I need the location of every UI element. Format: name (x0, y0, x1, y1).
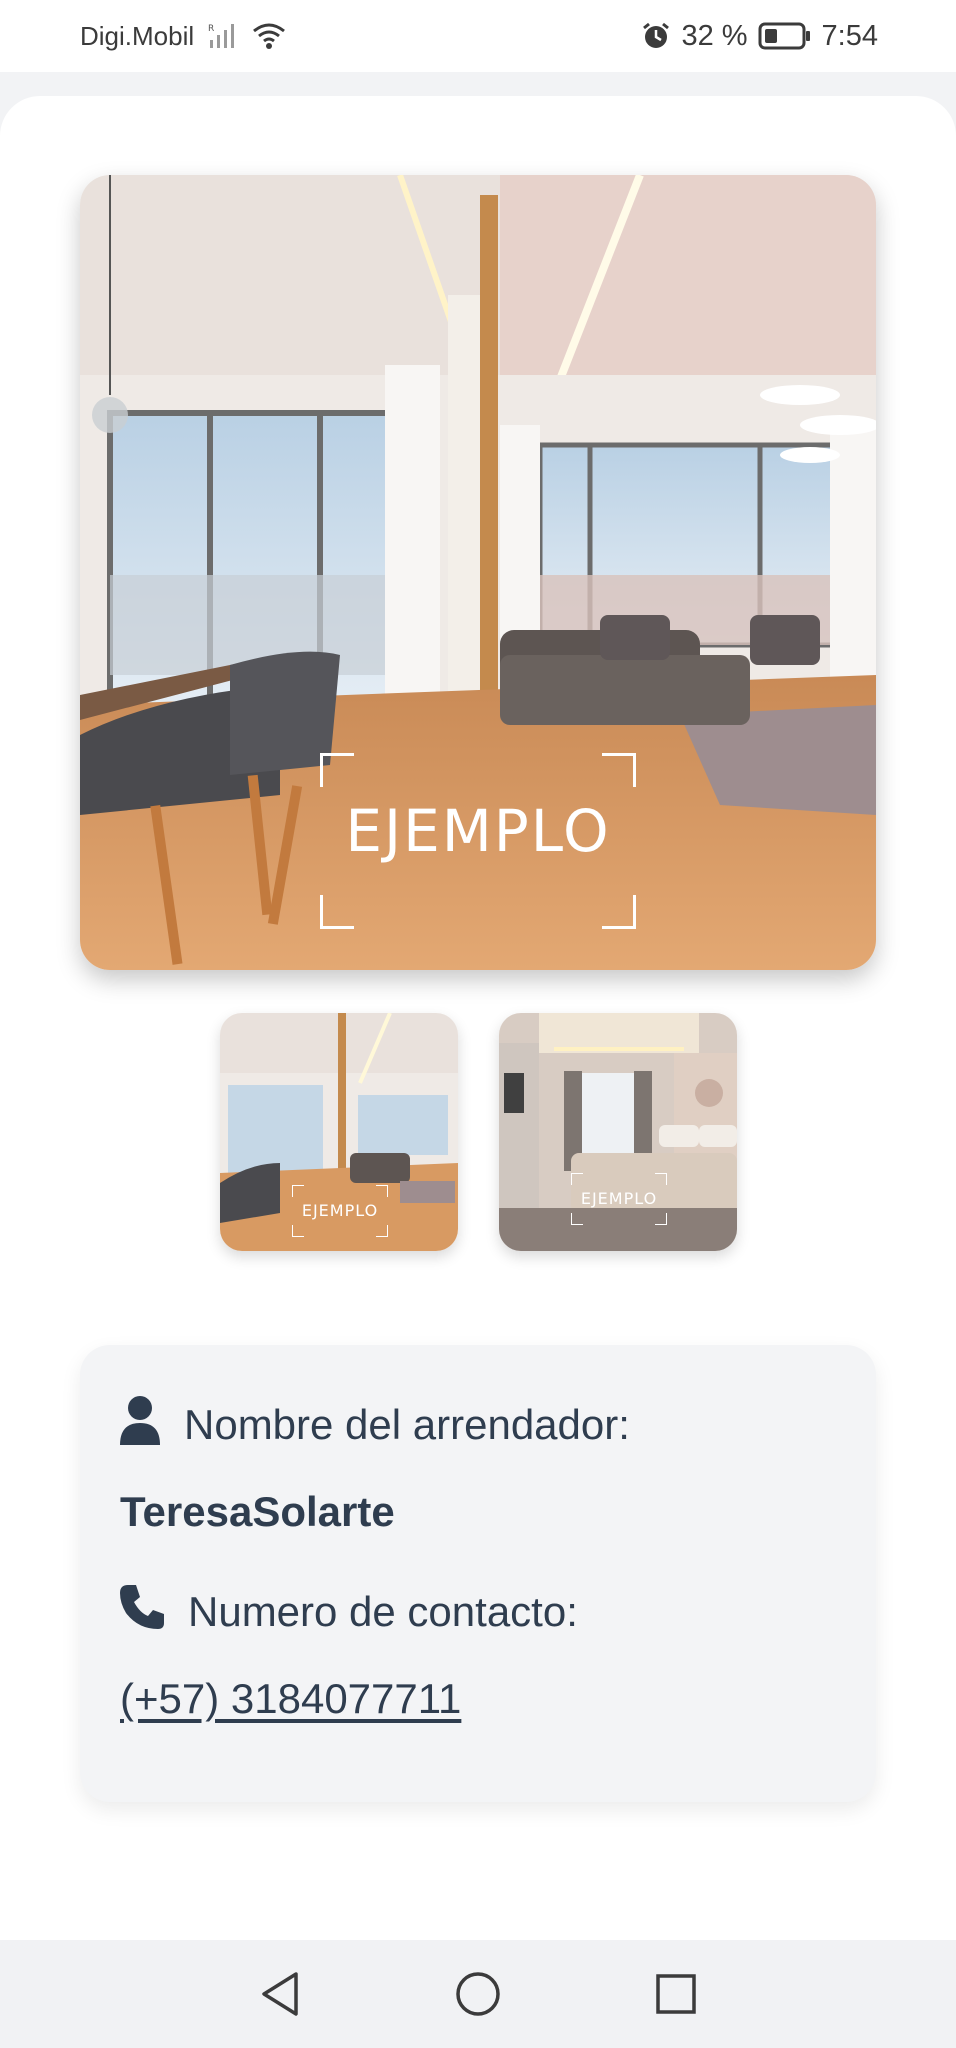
alarm-icon (641, 21, 671, 51)
watermark-bracket (376, 1225, 388, 1237)
watermark-label: EJEMPLO (301, 1201, 379, 1220)
status-left: Digi.Mobil R (80, 21, 286, 52)
watermark-bracket (602, 753, 636, 787)
clock: 7:54 (821, 19, 878, 52)
svg-text:R: R (208, 24, 214, 34)
watermark-bracket (292, 1225, 304, 1237)
status-bar: Digi.Mobil R 32 % 7:54 (0, 0, 956, 72)
status-right: 32 % 7:54 (641, 20, 878, 53)
carrier-name: Digi.Mobil (80, 20, 195, 51)
landlord-name: TeresaSolarte (120, 1488, 395, 1535)
main-photo[interactable]: EJEMPLO (80, 175, 876, 970)
watermark-bracket (320, 895, 354, 929)
landlord-info-card: Nombre del arrendador: TeresaSolarte Num… (80, 1345, 876, 1802)
watermark-bracket (602, 895, 636, 929)
recents-icon[interactable] (652, 1970, 700, 2018)
phone-icon (118, 1583, 166, 1641)
contact-label: Numero de contacto: (188, 1588, 578, 1635)
watermark-label: EJEMPLO (345, 797, 611, 865)
contact-label-row: Numero de contacto: (118, 1583, 578, 1641)
signal-icon: R (208, 22, 238, 50)
watermark-bracket (320, 753, 354, 787)
watermark-bracket (655, 1213, 667, 1225)
back-icon[interactable] (256, 1970, 304, 2018)
home-icon[interactable] (454, 1970, 502, 2018)
thumbnail-image (499, 1013, 737, 1251)
thumbnail-bedroom[interactable]: EJEMPLO (499, 1013, 737, 1251)
watermark-label: EJEMPLO (580, 1189, 658, 1208)
watermark-bracket (376, 1185, 388, 1197)
wifi-icon (252, 22, 286, 50)
system-nav-bar (0, 1940, 956, 2048)
thumbnail-living-room[interactable]: EJEMPLO (220, 1013, 458, 1251)
landlord-label: Nombre del arrendador: (184, 1401, 630, 1448)
watermark-bracket (571, 1213, 583, 1225)
battery-icon (758, 21, 812, 51)
watermark-bracket (292, 1185, 304, 1197)
watermark-bracket (655, 1173, 667, 1185)
watermark-bracket (571, 1173, 583, 1185)
contact-phone-link[interactable]: (+57) 3184077711 (120, 1675, 461, 1723)
battery-percent: 32 % (681, 19, 748, 52)
landlord-label-row: Nombre del arrendador: (118, 1395, 630, 1455)
user-icon (118, 1395, 162, 1455)
